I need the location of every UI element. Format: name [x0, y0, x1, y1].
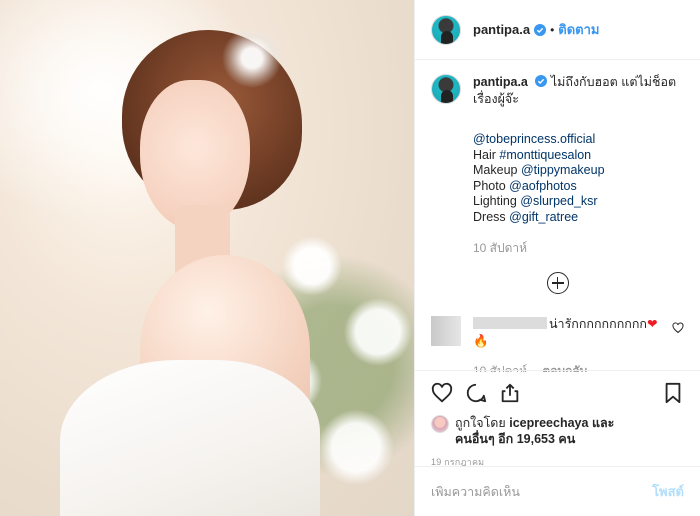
- header-separator: •: [550, 22, 555, 37]
- photo-dress: [60, 360, 320, 516]
- bookmark-icon[interactable]: [662, 382, 684, 404]
- author-avatar[interactable]: [431, 14, 461, 45]
- post-actions: ถูกใจโดย icepreechaya และ คนอื่นๆ อีก 19…: [415, 370, 700, 469]
- credit-prefix: Photo: [473, 178, 510, 193]
- likes-others[interactable]: คนอื่นๆ อีก 19,653 คน: [455, 432, 575, 446]
- credit-mention[interactable]: @tobeprincess.official: [473, 132, 595, 146]
- credit-mention[interactable]: @gift_ratree: [509, 210, 578, 224]
- post-header: pantipa.a • ติดตาม: [415, 0, 700, 60]
- comment-body: น่ารักกกกกกกกกก❤ 🔥: [473, 316, 673, 350]
- caption-credits: @tobeprincess.official Hair #monttiquesa…: [473, 132, 684, 225]
- post-side-panel: pantipa.a • ติดตาม pantipa.a ไม่ถึงกับฮอ…: [414, 0, 700, 516]
- credit-mention[interactable]: #monttiquesalon: [499, 148, 591, 162]
- credit-line: Photo @aofphotos: [473, 179, 684, 195]
- verified-badge-icon: [534, 23, 547, 36]
- post-photo[interactable]: [0, 0, 414, 516]
- credit-line: Dress @gift_ratree: [473, 210, 684, 226]
- liker-username[interactable]: icepreechaya: [509, 416, 588, 430]
- likes-summary: ถูกใจโดย icepreechaya และ คนอื่นๆ อีก 19…: [431, 415, 684, 447]
- credit-line: Lighting @slurped_ksr: [473, 194, 684, 210]
- credit-mention[interactable]: @tippymakeup: [521, 163, 605, 177]
- add-circle-icon[interactable]: [546, 272, 569, 294]
- heart-emoji: ❤: [646, 317, 658, 331]
- heart-icon[interactable]: [431, 382, 453, 404]
- credit-line: Makeup @tippymakeup: [473, 163, 684, 179]
- fire-emoji: 🔥: [473, 334, 489, 348]
- caption-avatar[interactable]: [431, 74, 461, 104]
- author-username[interactable]: pantipa.a: [473, 22, 530, 37]
- credit-prefix: Lighting: [473, 194, 521, 208]
- follow-button[interactable]: ติดตาม: [558, 19, 599, 40]
- commenter-avatar-blurred[interactable]: [431, 316, 461, 346]
- likes-text: ถูกใจโดย icepreechaya และ คนอื่นๆ อีก 19…: [455, 415, 614, 447]
- liker-avatar[interactable]: [431, 415, 449, 433]
- credit-prefix: Hair: [473, 147, 500, 162]
- action-icons: [431, 381, 684, 405]
- verified-badge-icon: [535, 75, 548, 87]
- credit-mention[interactable]: @aofphotos: [509, 179, 577, 193]
- comment-icon[interactable]: [465, 382, 487, 404]
- like-comment-heart-icon[interactable]: [672, 322, 684, 334]
- commenter-name-blurred[interactable]: [473, 317, 547, 329]
- comment-item: น่ารักกกกกกกกกก❤ 🔥: [431, 316, 684, 350]
- credit-prefix: Makeup: [473, 163, 521, 177]
- share-icon[interactable]: [499, 382, 521, 404]
- load-more: [431, 272, 684, 294]
- comments-area[interactable]: pantipa.a ไม่ถึงกับฮอต แต่ไม่ช็อตเรื่องผ…: [415, 60, 700, 372]
- caption-username[interactable]: pantipa.a: [473, 75, 528, 89]
- likes-prefix: ถูกใจโดย: [455, 416, 506, 430]
- caption-time[interactable]: 10 สัปดาห์: [473, 239, 684, 258]
- credit-line: Hair #monttiquesalon: [473, 148, 684, 164]
- credit-mention[interactable]: @slurped_ksr: [520, 194, 597, 208]
- credit-prefix: Dress: [473, 209, 510, 224]
- caption-text-block: pantipa.a ไม่ถึงกับฮอต แต่ไม่ช็อตเรื่องผ…: [473, 74, 684, 108]
- post-comment-button[interactable]: โพสต์: [652, 481, 684, 502]
- comment-input[interactable]: [431, 484, 653, 499]
- photo-tiara: [222, 28, 282, 88]
- credit-line: @tobeprincess.official: [473, 132, 684, 148]
- add-comment-bar: โพสต์: [415, 466, 700, 516]
- likes-and: และ: [591, 416, 615, 430]
- caption: pantipa.a ไม่ถึงกับฮอต แต่ไม่ช็อตเรื่องผ…: [431, 74, 684, 108]
- comment-text: น่ารักกกกกกกกกก: [549, 317, 647, 331]
